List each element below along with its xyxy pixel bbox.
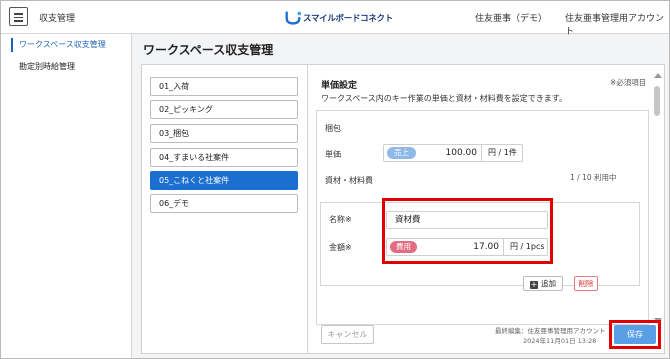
scroll-thumb[interactable] <box>654 86 660 116</box>
user-name[interactable]: 住友亜事（デモ） <box>475 11 547 24</box>
unit-price-unit: 円 / 1件 <box>481 145 517 161</box>
material-name-label: 名称※ <box>329 215 352 224</box>
workspace-item-selected[interactable]: 05_こねくと社案件 <box>150 171 298 190</box>
add-material-button[interactable]: + 追加 <box>523 276 563 291</box>
account-name[interactable]: 住友亜事管理用アカウント <box>565 11 669 37</box>
menu-icon[interactable] <box>9 7 28 26</box>
vertical-scrollbar[interactable] <box>653 73 663 325</box>
material-amount-unit: 円 / 1pcs <box>503 239 545 255</box>
plus-icon: + <box>530 280 538 289</box>
packaging-heading: 梱包 <box>325 124 341 133</box>
workspace-item[interactable]: 04_すまいる社案件 <box>150 148 298 167</box>
sidebar-item-workspace-budget[interactable]: ワークスペース収支管理 <box>1 37 131 53</box>
delete-material-button[interactable]: 削除 <box>574 276 598 291</box>
last-edit-info: 最終編集：住友亜事管理用アカウント <box>495 327 606 335</box>
sidebar-item-hourly-wage[interactable]: 勘定別時給管理 <box>1 59 131 75</box>
unit-price-field[interactable]: 売上 100.00 円 / 1件 <box>383 144 523 162</box>
section-title: 単価設定 <box>321 81 358 91</box>
workspace-item[interactable]: 02_ピッキング <box>150 100 298 119</box>
materials-heading: 資材・材料費 <box>325 176 373 185</box>
material-name-field[interactable]: 資材費 <box>386 211 548 229</box>
last-edit-date: 2024年11月01日 13:28 <box>523 337 597 345</box>
section-description: ワークスペース内のキー作業の単価と資材・材料費を設定できます。 <box>321 94 567 103</box>
scroll-up-icon[interactable] <box>654 73 662 78</box>
materials-count: 1 / 10 利用中 <box>570 173 617 182</box>
top-header: 収支管理 スマイルボードコネクト 住友亜事（デモ） 住友亜事管理用アカウント <box>1 1 669 37</box>
main-card: 01_入荷 02_ピッキング 03_梱包 04_すまいる社案件 05_こねくと社… <box>141 64 665 354</box>
workspace-item[interactable]: 01_入荷 <box>150 77 298 96</box>
page-title: ワークスペース収支管理 <box>143 43 274 57</box>
logo-icon <box>285 11 302 25</box>
app-window: 収支管理 スマイルボードコネクト 住友亜事（デモ） 住友亜事管理用アカウント ワ… <box>0 0 670 359</box>
cost-tag: 費用 <box>390 241 417 253</box>
material-amount-field[interactable]: 費用 17.00 円 / 1pcs <box>386 238 548 256</box>
price-label: 単価 <box>325 150 341 159</box>
sidebar: ワークスペース収支管理 勘定別時給管理 <box>1 34 132 358</box>
required-note: ※必須項目 <box>610 78 647 87</box>
sales-tag: 売上 <box>387 147 416 159</box>
logo-text: スマイルボードコネクト <box>303 14 393 24</box>
app-title: 収支管理 <box>39 14 76 24</box>
unit-price-value: 100.00 <box>445 148 478 158</box>
logo: スマイルボードコネクト <box>284 8 393 28</box>
save-button[interactable]: 保存 <box>614 325 656 344</box>
material-amount-value: 17.00 <box>473 242 499 252</box>
cancel-button[interactable]: キャンセル <box>321 325 374 344</box>
workspace-list: 01_入荷 02_ピッキング 03_梱包 04_すまいる社案件 05_こねくと社… <box>142 65 308 353</box>
add-button-label: 追加 <box>541 279 556 288</box>
workspace-item[interactable]: 03_梱包 <box>150 124 298 143</box>
workspace-item[interactable]: 06_デモ <box>150 194 298 213</box>
material-amount-label: 金額※ <box>329 243 352 252</box>
